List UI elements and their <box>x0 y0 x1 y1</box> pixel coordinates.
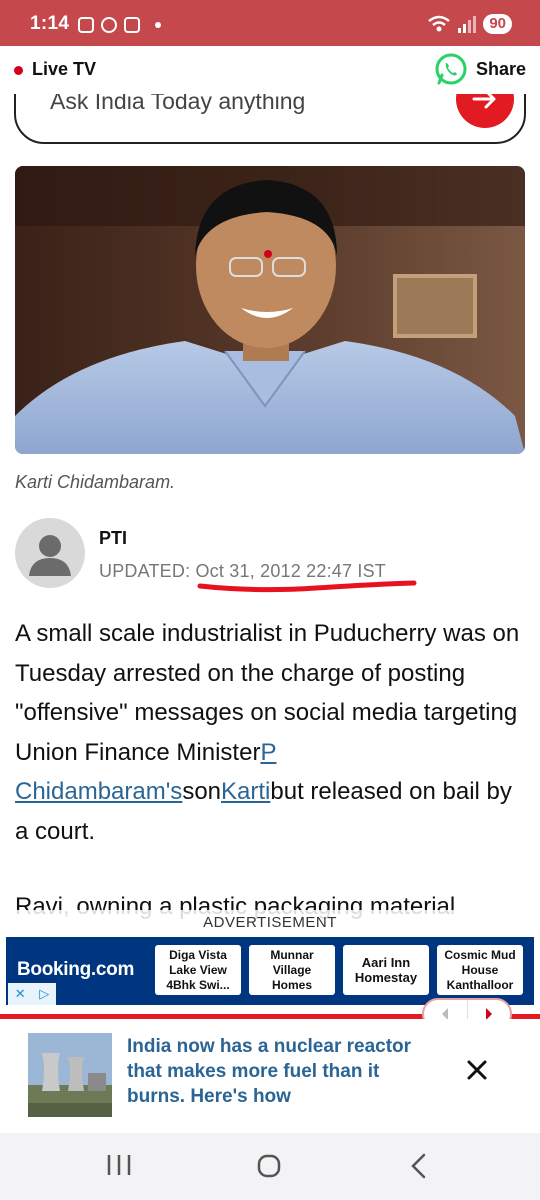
more-notifications-icon <box>155 22 161 28</box>
ad-brand: Booking.com <box>17 959 135 980</box>
nuclear-plant-photo <box>28 1033 112 1117</box>
system-navigation-bar <box>0 1133 540 1200</box>
whatsapp-notification-icon <box>101 17 117 33</box>
live-tv-link[interactable]: Live TV <box>32 59 96 80</box>
whatsapp-icon <box>435 53 467 85</box>
share-label: Share <box>475 58 526 79</box>
notification-icons <box>78 17 161 33</box>
ad-label-bar: ADVERTISEMENT <box>0 910 540 934</box>
home-icon[interactable] <box>256 1153 282 1179</box>
clock: 1:14 <box>30 13 70 34</box>
article-text: son <box>182 778 222 805</box>
red-underline-annotation <box>197 580 417 593</box>
recommended-story-card[interactable]: India now has a nuclear reactor that mak… <box>0 1019 540 1133</box>
page: Ask India Today anything Live TV Share 1… <box>0 0 540 1200</box>
author-name[interactable]: PTI <box>99 528 127 549</box>
ad-label: ADVERTISEMENT <box>203 914 337 931</box>
share-button[interactable]: Share <box>434 52 526 86</box>
close-icon[interactable] <box>464 1057 490 1083</box>
status-bar: 1:14 90 <box>0 0 540 46</box>
image-caption: Karti Chidambaram. <box>15 472 176 492</box>
link-karti[interactable]: Karti <box>221 778 270 805</box>
portrait-photo <box>15 166 525 454</box>
ad-close-icon[interactable]: ✕ <box>15 986 26 1002</box>
booking-ad-banner[interactable]: Booking.com Diga Vista Lake View 4Bhk Sw… <box>6 937 534 1005</box>
voicemail-icon <box>124 17 140 33</box>
author-avatar <box>15 518 85 588</box>
story-thumbnail <box>28 1033 112 1117</box>
signal-icon <box>458 16 477 33</box>
recent-apps-icon[interactable] <box>106 1153 132 1177</box>
wifi-icon <box>428 15 451 32</box>
story-headline[interactable]: India now has a nuclear reactor that mak… <box>127 1034 437 1109</box>
live-indicator-icon <box>14 66 23 75</box>
article-body: A small scale industrialist in Puducherr… <box>15 614 530 927</box>
ad-card[interactable]: Munnar Village Homes <box>249 945 335 995</box>
screenshot-icon <box>78 17 94 33</box>
system-icons: 90 <box>427 14 512 34</box>
top-nav: Live TV Share <box>0 46 540 94</box>
person-icon <box>29 535 71 576</box>
ad-card[interactable]: Cosmic Mud House Kanthalloor <box>437 945 523 995</box>
adchoices-icon[interactable]: ▷ <box>39 986 49 1002</box>
article-paragraph: A small scale industrialist in Puducherr… <box>15 614 530 851</box>
article-image <box>15 166 525 454</box>
updated-prefix: UPDATED: <box>99 561 196 581</box>
ad-choices[interactable]: ✕ ▷ <box>8 983 56 1005</box>
ad-card[interactable]: Diga Vista Lake View 4Bhk Swi... <box>155 945 241 995</box>
battery-level: 90 <box>483 14 512 34</box>
ad-card[interactable]: Aari Inn Homestay <box>343 945 429 995</box>
back-icon[interactable] <box>408 1153 428 1179</box>
